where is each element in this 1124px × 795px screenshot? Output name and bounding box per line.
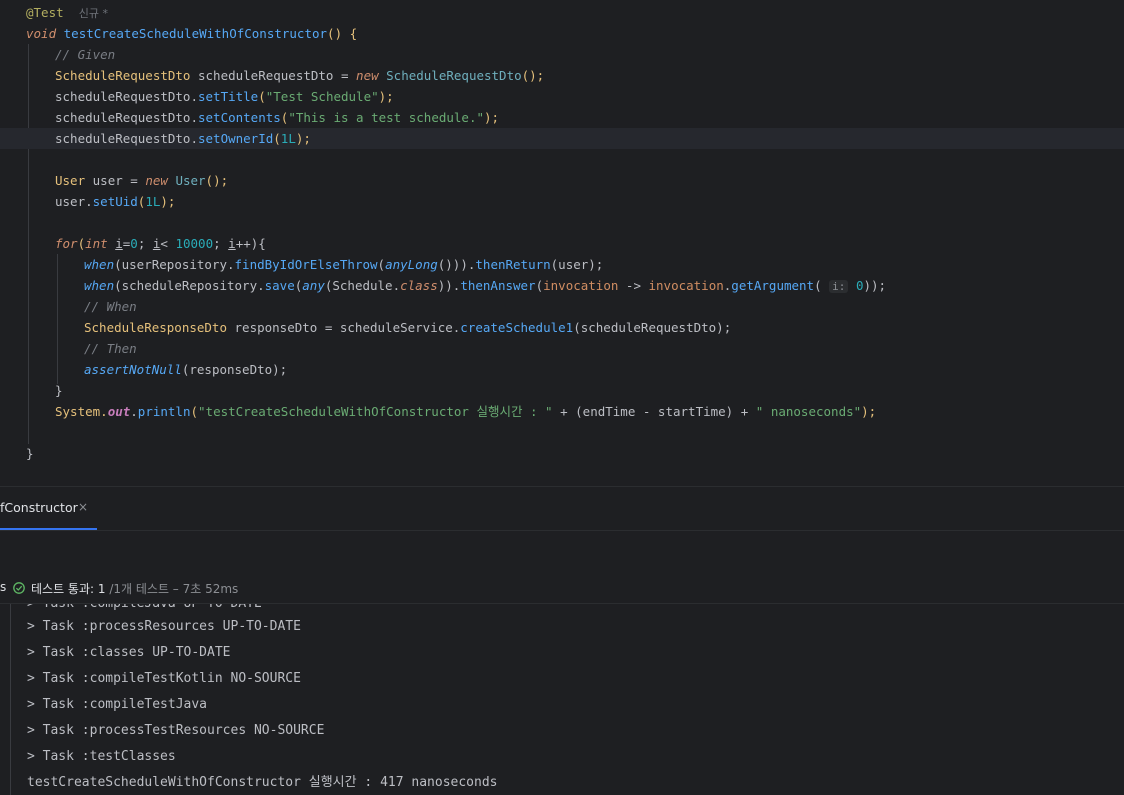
code-line[interactable]: } [0,443,34,464]
code-editor[interactable]: @Test 신규 * void testCreateScheduleWithOf… [0,0,1124,486]
code-line[interactable]: scheduleRequestDto.setTitle("Test Schedu… [0,86,394,107]
code-line[interactable]: when(scheduleRepository.save(any(Schedul… [0,275,886,296]
console-line: > Task :classes UP-TO-DATE [27,645,231,660]
console-line: > Task :processResources UP-TO-DATE [27,619,301,634]
code-line[interactable]: scheduleRequestDto.setContents("This is … [0,107,499,128]
code-line[interactable]: // When [0,296,137,317]
console-line: > Task :processTestResources NO-SOURCE [27,723,325,738]
code-line[interactable]: User user = new User(); [0,170,228,191]
close-icon[interactable]: × [78,500,88,514]
code-line[interactable]: ScheduleResponseDto responseDto = schedu… [0,317,731,338]
code-line[interactable]: user.setUid(1L); [0,191,175,212]
code-line[interactable]: when(userRepository.findByIdOrElseThrow(… [0,254,603,275]
console-output[interactable]: > Task :compileJava UP-TO-DATE > Task :p… [10,604,1124,795]
parameter-hint: i: [829,280,849,293]
test-status-row: s 테스트 통과: 1 /1개 테스트 – 7초 52ms [0,576,1124,600]
code-line[interactable]: for(int i=0; i< 10000; i++){ [0,233,266,254]
code-line[interactable]: System.out.println("testCreateScheduleWi… [0,401,876,422]
test-status-text: 테스트 통과: 1 /1개 테스트 – 7초 52ms [31,582,239,596]
code-line[interactable]: assertNotNull(responseDto); [0,359,287,380]
annotation-hint: 신규 * [78,7,108,20]
code-line[interactable]: void testCreateScheduleWithOfConstructor… [0,23,357,44]
run-tab[interactable]: fConstructor × [0,487,97,530]
console-line: > Task :testClasses [27,749,176,764]
code-line[interactable]: } [0,380,63,401]
run-tab-bar: fConstructor × [0,487,1124,531]
current-code-line[interactable]: scheduleRequestDto.setOwnerId(1L); [0,128,1124,149]
indent-guide [57,254,58,384]
console-line: > Task :compileTestKotlin NO-SOURCE [27,671,301,686]
code-line[interactable]: // Given [0,44,115,65]
code-line[interactable]: // Then [0,338,137,359]
status-prefix: s [0,580,7,594]
check-circle-icon [13,582,25,594]
code-line[interactable]: @Test 신규 * [0,2,108,23]
run-tab-label: fConstructor [0,500,78,515]
console-line: > Task :compileTestJava [27,697,208,712]
console-line: testCreateScheduleWithOfConstructor 실행시간… [27,775,498,790]
code-line[interactable]: ScheduleRequestDto scheduleRequestDto = … [0,65,544,86]
run-panel: fConstructor × s 테스트 통과: 1 /1개 테스트 – 7초 … [0,486,1124,795]
